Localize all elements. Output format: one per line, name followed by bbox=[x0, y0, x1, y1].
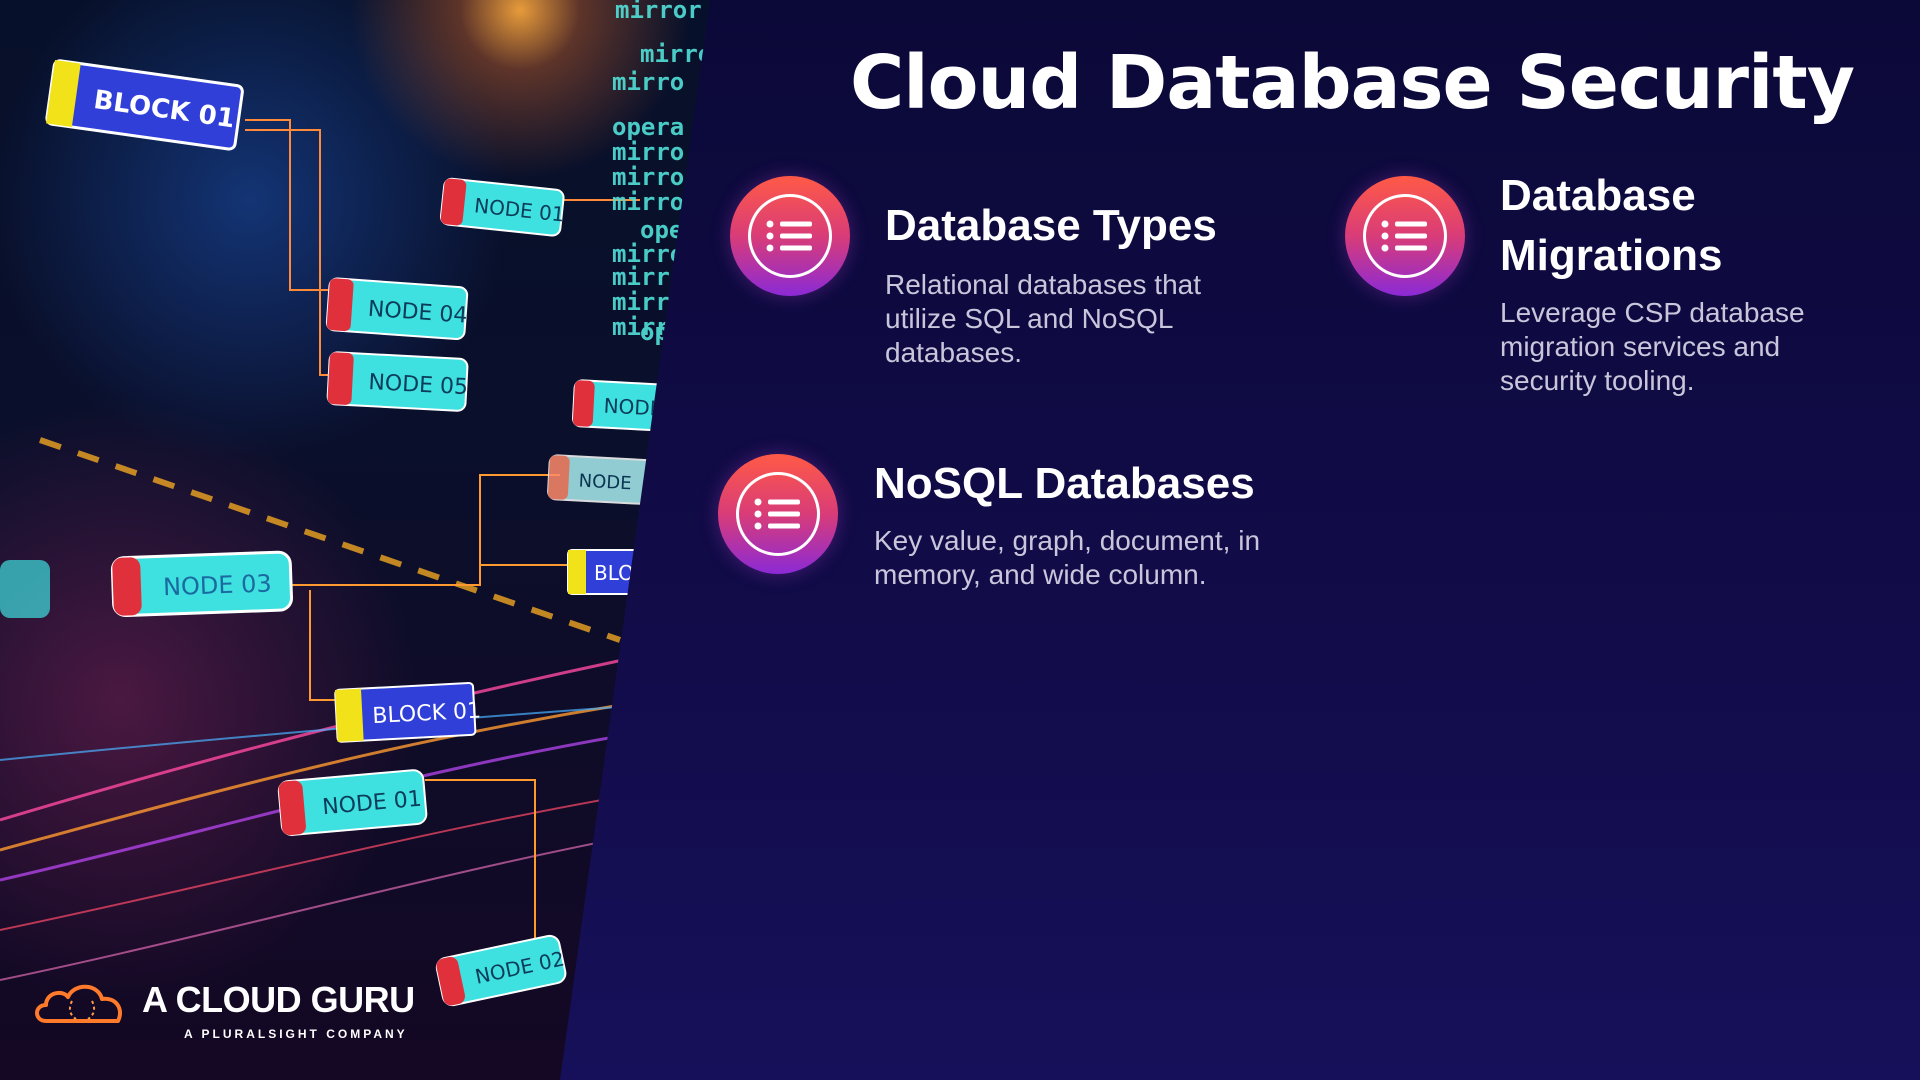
feature-title: Database Migrations bbox=[1500, 171, 1723, 280]
node-fragment bbox=[0, 560, 50, 618]
node-label: NODE 01 bbox=[439, 177, 566, 237]
code-line: mirro bbox=[612, 163, 684, 191]
code-line: mirro bbox=[612, 188, 684, 216]
feature-description: Leverage CSP database migration services… bbox=[1500, 297, 1805, 396]
svg-text:NODE: NODE bbox=[578, 471, 632, 495]
node-label: NODE 04 bbox=[325, 277, 468, 340]
svg-text:NODE 05: NODE 05 bbox=[368, 370, 469, 400]
feature-description: Key value, graph, document, in memory, a… bbox=[874, 525, 1261, 590]
node-label: NODE 01 bbox=[277, 769, 428, 836]
list-icon bbox=[718, 454, 838, 574]
node-label: NODE 02 bbox=[435, 934, 566, 1007]
node-label: NODE 05 bbox=[326, 351, 469, 412]
code-line: opera bbox=[612, 113, 684, 141]
code-line: mirr bbox=[612, 288, 670, 316]
a-cloud-guru-logo: A CLOUD GURU A PLURALSIGHT COMPANY bbox=[32, 975, 452, 1045]
cloud-icon bbox=[35, 984, 122, 1023]
node-label: NODE 03 bbox=[110, 550, 294, 618]
code-line: mirror bbox=[615, 0, 702, 24]
logo-tagline: A PLURALSIGHT COMPANY bbox=[184, 1027, 408, 1041]
block-label: BLOCK 01 bbox=[334, 681, 482, 743]
slide-title: Cloud Database Security bbox=[850, 40, 1855, 126]
feature-title: Database Types bbox=[885, 201, 1217, 250]
feature-description: Relational databases that utilize SQL an… bbox=[885, 269, 1201, 368]
block-label: BLOCK 01 bbox=[45, 59, 244, 151]
code-line: mirro bbox=[612, 138, 684, 166]
list-icon bbox=[730, 176, 850, 296]
code-line: mirr bbox=[612, 263, 670, 291]
logo-name: A CLOUD GURU bbox=[142, 979, 415, 1020]
code-line: mirro bbox=[612, 68, 684, 96]
feature-title: NoSQL Databases bbox=[874, 459, 1255, 508]
slide: mirror mirro mirro opera mirro mirro mir… bbox=[0, 0, 1920, 1080]
list-icon bbox=[1345, 176, 1465, 296]
svg-text:NODE 03: NODE 03 bbox=[163, 569, 273, 601]
